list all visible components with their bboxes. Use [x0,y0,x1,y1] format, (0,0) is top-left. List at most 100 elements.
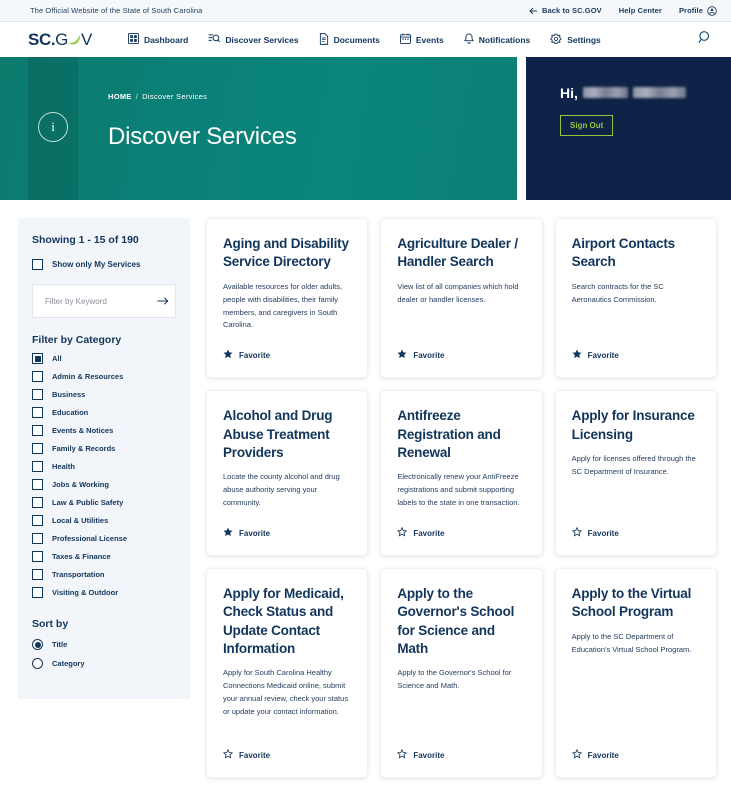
list-search-icon [208,33,221,46]
category-label: Professional License [52,534,128,543]
search-icon[interactable] [698,30,717,50]
category-row[interactable]: Transportation [32,569,176,580]
help-center-link[interactable]: Help Center [619,6,662,15]
favorite-toggle[interactable]: Favorite [222,732,351,764]
nav-item-dashboard[interactable]: Dashboard [127,33,189,46]
favorite-toggle[interactable]: Favorite [572,332,700,364]
favorite-toggle[interactable]: Favorite [571,732,700,764]
category-checkbox[interactable] [32,587,43,598]
nav-label-notifications: Notifications [478,34,531,45]
service-card[interactable]: Aging and Disability Service Directory Av… [206,218,369,379]
nav-item-documents[interactable]: Documents [319,32,380,47]
sort-option-row[interactable]: Category [32,658,176,669]
grid-icon [127,33,139,46]
my-services-checkbox[interactable] [32,259,43,270]
favorite-toggle[interactable]: Favorite [397,332,525,364]
nav-item-notifications[interactable]: Notifications [463,33,531,47]
utility-links: Back to SC.GOV Help Center Profile [529,5,717,16]
service-card-title: Apply for Insurance Licensing [571,408,695,442]
favorite-toggle[interactable]: Favorite [223,332,351,364]
sort-radio[interactable] [32,658,43,669]
sort-radio[interactable] [32,639,43,650]
category-row[interactable]: Professional License [32,533,176,544]
service-card[interactable]: Antifreeze Registration and Renewal Elect… [380,390,543,557]
logo-sc-text: SC [28,29,51,49]
back-to-scgov-label: Back to SC.GOV [542,6,602,15]
category-row[interactable]: Taxes & Finance [32,551,176,562]
category-checkbox[interactable] [32,389,43,400]
profile-link[interactable]: Profile [678,5,717,16]
category-checkbox[interactable] [32,443,43,454]
scgov-logo[interactable]: SC. G V [28,30,92,50]
back-to-scgov-link[interactable]: Back to SC.GOV [529,6,602,15]
profile-label: Profile [678,6,703,15]
favorite-label: Favorite [587,528,619,538]
favorite-label: Favorite [413,350,445,360]
service-card[interactable]: Alcohol and Drug Abuse Treatment Provide… [206,390,369,557]
category-checkbox[interactable] [32,551,43,562]
service-card-description: Apply to the Governor's School for Scien… [397,668,512,691]
hero-section: i HOME / Discover Services Discover Servic… [0,57,731,200]
category-checkbox[interactable] [32,497,43,508]
category-checkbox[interactable] [32,569,43,580]
my-services-checkbox-row[interactable]: Show only My Services [32,259,176,270]
star-outline-icon [397,524,408,542]
category-row[interactable]: Admin & Resources [32,371,176,382]
service-card-description: Electronically renew your AntiFreeze reg… [397,472,520,508]
category-checkbox[interactable] [32,479,43,490]
category-checkbox[interactable] [32,515,43,526]
category-row[interactable]: Jobs & Working [32,479,176,490]
category-row[interactable]: Health [32,461,176,472]
category-row[interactable]: Law & Public Safety [32,497,176,508]
sort-option-row[interactable]: Title [32,639,176,650]
service-card-title: Antifreeze Registration and Renewal [397,408,501,460]
category-row[interactable]: Business [32,389,176,400]
keyword-filter[interactable] [32,284,176,318]
service-card[interactable]: Apply for Insurance Licensing Apply for l… [554,390,717,557]
category-checkbox[interactable] [32,407,43,418]
state-tagline: The Official Website of the State of Sou… [30,6,203,15]
favorite-label: Favorite [239,350,271,360]
service-card[interactable]: Apply to the Governor's School for Scien… [380,568,543,779]
category-row[interactable]: Visiting & Outdoor [32,587,176,598]
favorite-toggle[interactable]: Favorite [571,510,700,542]
breadcrumb-home[interactable]: HOME [108,92,132,101]
favorite-toggle[interactable]: Favorite [223,510,351,542]
favorite-toggle[interactable]: Favorite [397,732,525,764]
service-card[interactable]: Agriculture Dealer / Handler Search View … [380,218,543,379]
sort-by-heading: Sort by [32,618,69,630]
arrow-left-icon [529,7,538,15]
category-checkbox[interactable] [32,461,43,472]
sign-out-button[interactable]: Sign Out [560,115,614,136]
star-outline-icon [571,524,582,542]
sort-option-label: Category [52,659,85,668]
info-icon[interactable]: i [38,112,68,142]
service-card[interactable]: Apply for Medicaid, Check Status and Upd… [206,568,369,779]
category-row[interactable]: Local & Utilities [32,515,176,526]
nav-label-dashboard: Dashboard [143,34,189,45]
favorite-toggle[interactable]: Favorite [397,510,525,542]
nav-item-settings[interactable]: Settings [550,33,601,47]
star-outline-icon [397,746,408,764]
category-row[interactable]: Events & Notices [32,425,176,436]
category-label: Education [52,408,89,417]
service-card-grid: Aging and Disability Service Directory Av… [206,218,717,779]
category-row[interactable]: Education [32,407,176,418]
service-card[interactable]: Apply to the Virtual School Program Apply… [554,568,717,779]
category-checkbox[interactable] [32,371,43,382]
service-card[interactable]: Airport Contacts Search Search contracts … [554,218,717,379]
favorite-label: Favorite [239,528,271,538]
category-checkbox[interactable] [32,353,43,364]
category-row[interactable]: All [32,353,176,364]
hero-banner: i HOME / Discover Services Discover Servic… [0,57,517,200]
service-card-title: Apply for Medicaid, Check Status and Upd… [223,586,344,657]
category-list: All Admin & Resources Business Education Eve… [32,353,176,598]
nav-item-discover-services[interactable]: Discover Services [208,33,299,46]
category-checkbox[interactable] [32,533,43,544]
filter-category-heading: Filter by Category [32,334,122,346]
category-checkbox[interactable] [32,425,43,436]
category-row[interactable]: Family & Records [32,443,176,454]
submit-arrow-icon[interactable] [157,296,169,306]
nav-item-events[interactable]: Events [399,33,444,46]
search-input[interactable] [43,295,157,307]
